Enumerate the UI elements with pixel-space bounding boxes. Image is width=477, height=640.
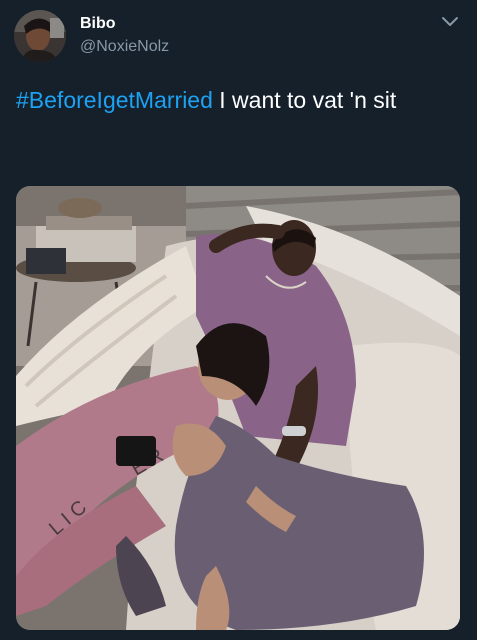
tweet-body: I want to vat 'n sit <box>212 87 397 113</box>
tweet-text: #BeforeIgetMarried I want to vat 'n sit <box>16 84 464 116</box>
photo-illustration: E R L I C <box>16 186 460 630</box>
tweet-card[interactable]: Bibo @NoxieNolz #BeforeIgetMarried I wan… <box>0 0 477 640</box>
chevron-down-icon[interactable] <box>441 16 459 28</box>
user-handle[interactable]: @NoxieNolz <box>80 36 169 58</box>
display-name[interactable]: Bibo <box>80 14 169 34</box>
hashtag-link[interactable]: #BeforeIgetMarried <box>16 87 213 113</box>
avatar[interactable] <box>14 10 66 62</box>
tweet-photo[interactable]: E R L I C <box>16 186 460 630</box>
avatar-photo-icon <box>14 10 66 62</box>
user-info[interactable]: Bibo @NoxieNolz <box>80 14 169 58</box>
